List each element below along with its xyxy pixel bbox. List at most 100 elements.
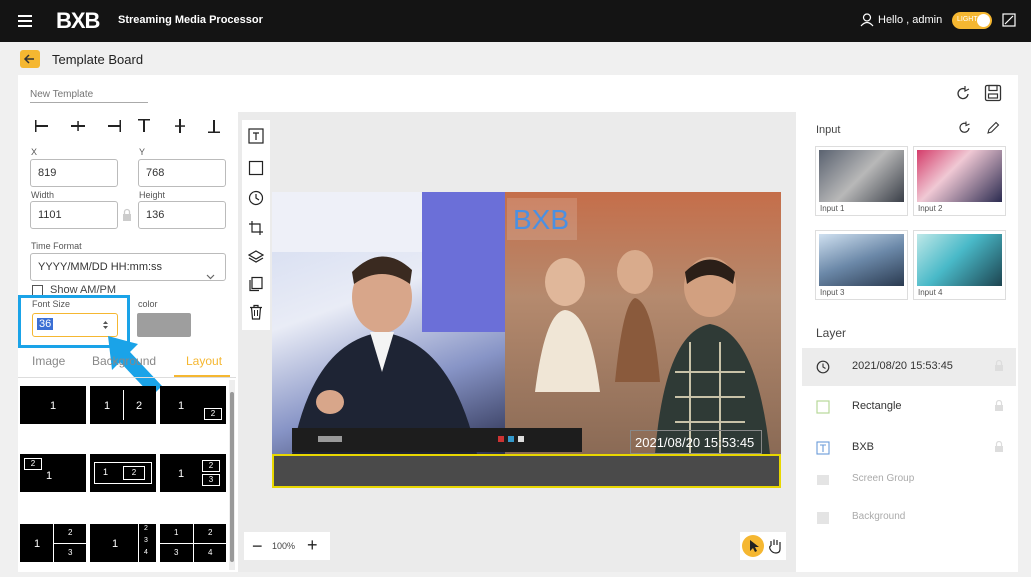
layer-name: Rectangle xyxy=(852,400,902,412)
layout-option[interactable]: 1 2 3 xyxy=(160,454,226,492)
x-field[interactable]: 819 xyxy=(30,159,118,187)
preview-canvas[interactable]: BXB 2021/08/20 15:53:45 xyxy=(272,192,781,488)
layout-cell-label: 2 xyxy=(131,468,137,477)
rectangle-tool-icon[interactable] xyxy=(248,160,264,176)
lock-icon[interactable] xyxy=(994,440,1004,456)
layout-pip-box: 2 xyxy=(24,458,42,470)
layout-cell-label: 2 xyxy=(136,400,143,412)
template-name-input[interactable] xyxy=(30,86,148,103)
overlay-text: BXB xyxy=(513,204,570,235)
layout-cell-label: 4 xyxy=(144,549,148,556)
reload-inputs-icon[interactable] xyxy=(958,121,972,138)
layer-item[interactable]: Background xyxy=(802,499,1016,537)
align-center-h-icon[interactable] xyxy=(70,118,86,134)
tab-background[interactable]: Background xyxy=(92,354,156,368)
layout-scrollbar[interactable] xyxy=(229,380,235,570)
color-label: color xyxy=(138,299,158,309)
fullscreen-icon[interactable] xyxy=(1002,13,1016,30)
layout-option[interactable]: 2 1 xyxy=(20,454,86,492)
text-icon xyxy=(816,441,830,458)
tool-palette xyxy=(242,120,270,330)
layout-option[interactable]: 1 2 3 4 xyxy=(90,524,156,562)
device-indicator xyxy=(498,436,504,442)
hand-tool-icon[interactable] xyxy=(766,537,784,558)
user-icon[interactable] xyxy=(860,13,874,30)
theme-toggle-label: LIGHT xyxy=(957,16,978,23)
tab-image[interactable]: Image xyxy=(32,354,65,368)
height-field[interactable]: 136 xyxy=(138,201,226,229)
layout-option[interactable]: 1 2 xyxy=(90,454,156,492)
scrollbar-thumb[interactable] xyxy=(230,392,234,562)
layout-cell-label: 1 xyxy=(104,400,111,412)
screen-group-icon xyxy=(816,473,830,490)
layer-item[interactable]: Rectangle xyxy=(802,388,1016,426)
layout-option[interactable]: 1 2 3 xyxy=(20,524,86,562)
time-format-select[interactable]: YYYY/MM/DD HH:mm:ss xyxy=(30,253,226,281)
layer-item[interactable]: 2021/08/20 15:53:45 xyxy=(802,348,1016,386)
back-button[interactable] xyxy=(20,50,40,68)
font-size-label: Font Size xyxy=(32,299,71,309)
input-label: Input 1 xyxy=(820,204,845,213)
y-field[interactable]: 768 xyxy=(138,159,226,187)
layout-grid: 1 1 2 1 2 2 1 1 2 1 2 3 1 2 3 1 2 3 4 1 … xyxy=(18,382,230,572)
layout-cell-label: 2 xyxy=(208,528,213,537)
input-thumbnail-3[interactable]: Input 3 xyxy=(815,230,908,300)
brand-logo: BXB xyxy=(56,8,112,33)
edit-inputs-icon[interactable] xyxy=(986,121,1000,138)
align-center-v-icon[interactable] xyxy=(172,118,188,134)
aspect-lock-icon[interactable] xyxy=(121,208,133,225)
layout-cell-label: 2 xyxy=(30,459,36,468)
width-label: Width xyxy=(31,190,55,200)
lock-icon[interactable] xyxy=(994,399,1004,415)
align-bottom-icon[interactable] xyxy=(206,118,222,134)
refresh-icon[interactable] xyxy=(956,85,972,106)
text-tool-icon[interactable] xyxy=(248,128,264,144)
clock-tool-icon[interactable] xyxy=(248,190,264,206)
input-thumbnail-4[interactable]: Input 4 xyxy=(913,230,1006,300)
copy-tool-icon[interactable] xyxy=(248,276,264,292)
alignment-toolbar xyxy=(26,118,226,136)
layers-tool-icon[interactable] xyxy=(247,248,265,264)
input-label: Input 2 xyxy=(918,204,943,213)
cursor-mode-control xyxy=(740,532,786,560)
align-top-icon[interactable] xyxy=(136,118,152,134)
input-thumbnail-1[interactable]: Input 1 xyxy=(815,146,908,216)
layout-cell-label: 3 xyxy=(144,537,148,544)
layout-option[interactable]: 1 xyxy=(20,386,86,424)
x-label: X xyxy=(31,147,38,157)
layout-cell-label: 3 xyxy=(208,475,214,484)
width-field[interactable]: 1101 xyxy=(30,201,118,229)
top-bar: BXB Streaming Media Processor Hello , ad… xyxy=(0,0,1031,42)
theme-toggle[interactable]: LIGHT xyxy=(952,12,992,29)
clock-icon xyxy=(816,360,830,377)
input-thumbnail-2[interactable]: Input 2 xyxy=(913,146,1006,216)
save-icon[interactable] xyxy=(984,84,1002,105)
layout-cell-label: 1 xyxy=(112,538,119,550)
page-header: Template Board xyxy=(18,46,1018,72)
tab-layout[interactable]: Layout xyxy=(186,354,222,368)
input-section-title: Input xyxy=(816,124,841,136)
selected-rectangle[interactable] xyxy=(272,454,781,488)
crop-tool-icon[interactable] xyxy=(248,220,264,236)
input-preview-image xyxy=(819,234,904,286)
source-image-left xyxy=(272,192,505,454)
select-tool-button[interactable] xyxy=(742,535,764,557)
page-title: Template Board xyxy=(52,52,144,67)
delete-tool-icon[interactable] xyxy=(248,304,264,320)
layout-option[interactable]: 1 2 xyxy=(90,386,156,424)
align-left-icon[interactable] xyxy=(34,118,50,134)
layout-divider xyxy=(138,524,139,562)
layer-item[interactable]: Screen Group xyxy=(802,461,1016,499)
layout-divider xyxy=(53,543,86,544)
zoom-out-button[interactable]: − xyxy=(252,536,263,557)
lock-icon[interactable] xyxy=(994,359,1004,375)
layout-option[interactable]: 1 2 xyxy=(160,386,226,424)
overlay-text-box[interactable]: BXB xyxy=(507,198,577,240)
zoom-in-button[interactable]: + xyxy=(307,535,318,556)
align-right-icon[interactable] xyxy=(106,118,122,134)
time-format-label: Time Format xyxy=(31,241,82,251)
layout-option[interactable]: 1 2 3 4 xyxy=(160,524,226,562)
svg-text:BXB: BXB xyxy=(56,11,100,31)
menu-icon[interactable] xyxy=(18,14,34,31)
timestamp-overlay[interactable]: 2021/08/20 15:53:45 xyxy=(630,430,762,454)
